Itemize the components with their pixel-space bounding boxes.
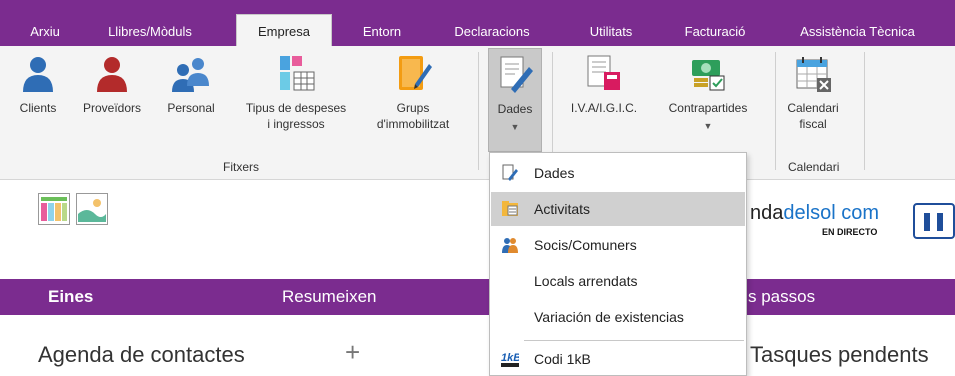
grups-label-2: d'immobilitzat xyxy=(376,117,450,131)
personal-label: Personal xyxy=(167,101,215,115)
person-red-icon xyxy=(97,57,127,92)
tab-entorn[interactable]: Entorn xyxy=(350,18,414,46)
dades-label: Dades xyxy=(497,102,533,116)
calendari-label-1: Calendari xyxy=(787,101,839,115)
clients-label: Clients xyxy=(19,101,57,115)
table-view-thumbnail[interactable] xyxy=(38,193,70,225)
iva-igic-button[interactable]: I.V.A/I.G.I.C. xyxy=(560,54,648,116)
proveidors-label: Proveïdors xyxy=(82,101,142,115)
partners-icon xyxy=(502,238,518,253)
tab-utilitats[interactable]: Utilitats xyxy=(568,18,654,46)
edit-document-icon xyxy=(502,164,518,181)
menu-item-locals-arrendats[interactable]: Locals arrendats xyxy=(491,264,745,298)
ribbon: Clients Proveïdors Personal Tipus de des… xyxy=(0,46,955,180)
table-thumbnail-icon xyxy=(41,197,67,221)
brand-logo: ndadelsol com xyxy=(750,202,879,225)
grups-immobilitzat-button[interactable]: Grups d'immobilitzat xyxy=(368,54,458,132)
group-label-calendari: Calendari xyxy=(788,160,840,174)
svg-text:1kB: 1kB xyxy=(501,352,519,364)
ribbon-separator xyxy=(775,52,776,170)
pause-button[interactable] xyxy=(913,203,955,239)
dades-button-inner: Dades ▼ xyxy=(489,55,541,135)
calendari-label-2: fiscal xyxy=(799,117,827,131)
tax-document-icon xyxy=(587,55,620,90)
tab-arxiu[interactable]: Arxiu xyxy=(20,18,70,46)
codi-1kb-icon: 1kB xyxy=(501,352,519,367)
menu-item-variacion-existencias[interactable]: Variación de existencias xyxy=(491,300,745,334)
menu-item-label: Codi 1kB xyxy=(534,351,591,367)
calendar-icon xyxy=(796,57,831,92)
contrapartides-caret-icon: ▼ xyxy=(703,121,713,131)
image-view-thumbnail[interactable] xyxy=(76,193,108,225)
pause-bar-left xyxy=(924,213,930,231)
tasques-title: Tasques pendents xyxy=(750,342,929,367)
dades-dropdown-menu: Dades Activitats Socis/Comuners Locals a… xyxy=(489,152,747,376)
contrapartides-button[interactable]: Contrapartides ▼ xyxy=(654,54,762,134)
notebook-pencil-icon xyxy=(399,56,432,90)
ribbon-separator xyxy=(864,52,865,170)
section-bar: Eines Resumeixen s passos xyxy=(0,279,955,315)
brand-text-3: com xyxy=(841,202,879,224)
contrapartides-label: Contrapartides xyxy=(668,101,748,115)
menu-item-activitats[interactable]: Activitats xyxy=(491,192,745,226)
calendari-fiscal-button[interactable]: Calendari fiscal xyxy=(780,54,846,132)
brand-text-1: nda xyxy=(750,202,784,224)
menu-separator xyxy=(524,340,744,341)
person-blue-icon xyxy=(23,57,53,92)
menu-item-label: Socis/Comuners xyxy=(534,237,637,253)
iva-label: I.V.A/I.G.I.C. xyxy=(570,101,638,115)
money-check-icon xyxy=(692,60,725,91)
categories-grid-icon xyxy=(280,56,315,91)
agenda-title: Agenda de contactes xyxy=(38,342,245,367)
grups-label-1: Grups xyxy=(396,101,430,115)
brand-text-2: delsol xyxy=(783,202,836,224)
ribbon-separator xyxy=(478,52,479,170)
tipus-despeses-button[interactable]: Tipus de despeses i ingressos xyxy=(228,54,364,132)
folder-list-icon xyxy=(502,201,518,216)
tab-facturacio[interactable]: Facturació xyxy=(669,18,761,46)
dropdown-caret-icon: ▼ xyxy=(510,122,520,132)
tab-empresa[interactable]: Empresa xyxy=(236,14,332,47)
proveidors-button[interactable]: Proveïdors xyxy=(72,54,152,116)
menu-item-codi-1kb[interactable]: 1kB Codi 1kB xyxy=(491,342,745,376)
menu-item-label: Activitats xyxy=(534,201,591,217)
tipus-despeses-label-2: i ingressos xyxy=(267,117,325,131)
menu-item-label: Variación de existencias xyxy=(534,309,684,325)
menu-bar: Arxiu Llibres/Mòduls Empresa Entorn Decl… xyxy=(0,0,955,47)
dades-button[interactable]: Dades ▼ xyxy=(488,48,542,152)
group-label-fitxers: Fitxers xyxy=(223,160,259,174)
tipus-despeses-label-1: Tipus de despeses xyxy=(245,101,347,115)
people-group-icon xyxy=(172,58,209,92)
main-content: ndadelsol com EN DIRECTO Eines Resumeixe… xyxy=(0,181,955,376)
tab-llibres-moduls[interactable]: Llibres/Mòduls xyxy=(95,18,205,46)
tab-eines[interactable]: Eines xyxy=(48,279,93,315)
menu-item-label: Locals arrendats xyxy=(534,273,638,289)
tab-passos[interactable]: s passos xyxy=(748,279,815,315)
personal-button[interactable]: Personal xyxy=(158,54,224,116)
tab-declaracions[interactable]: Declaracions xyxy=(437,18,547,46)
tab-resumeixen[interactable]: Resumeixen xyxy=(282,279,377,315)
menu-item-socis-comuners[interactable]: Socis/Comuners xyxy=(491,228,745,262)
landscape-thumbnail-icon xyxy=(78,199,106,222)
edit-document-icon xyxy=(500,56,533,93)
pause-bar-right xyxy=(937,213,943,231)
menu-item-dades[interactable]: Dades xyxy=(491,156,745,190)
add-contact-button[interactable]: + xyxy=(345,337,360,368)
menu-item-label: Dades xyxy=(534,165,575,181)
clients-button[interactable]: Clients xyxy=(14,54,62,116)
brand-subtitle: EN DIRECTO xyxy=(822,227,878,237)
tab-assistencia-tecnica[interactable]: Assistència Tècnica xyxy=(780,18,935,46)
